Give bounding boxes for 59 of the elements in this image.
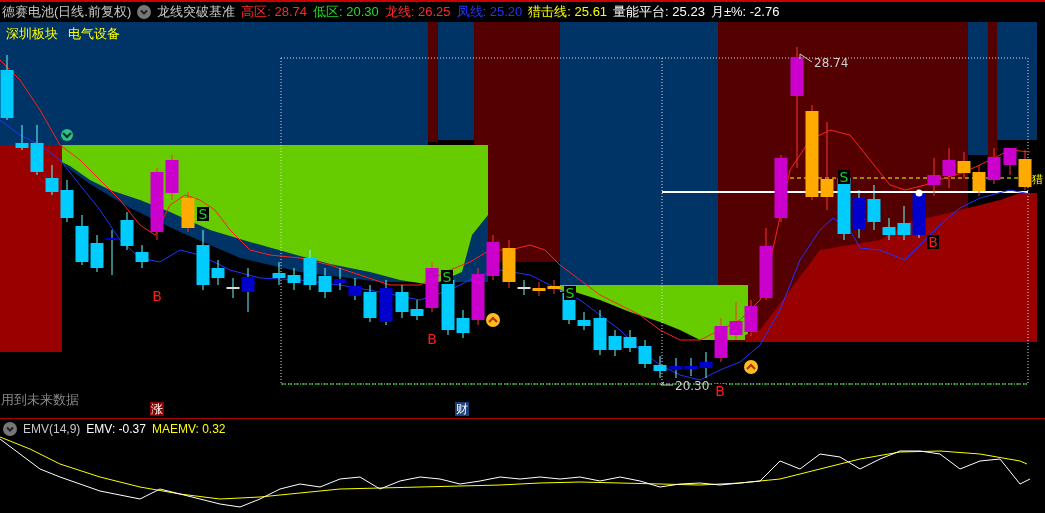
- candlestick: [532, 281, 546, 297]
- indicator-reading: 月±%: -2.76: [710, 3, 780, 22]
- candlestick: [852, 189, 866, 239]
- candlestick: [90, 234, 104, 273]
- sell-signal: S: [441, 269, 453, 285]
- indicator-reading: 猎击线: 25.61: [528, 3, 608, 22]
- line-label: 猎: [1032, 173, 1043, 186]
- indicator-reading: 龙线: 26.25: [384, 3, 451, 22]
- indicator-reading: 凤线: 25.20: [456, 3, 523, 22]
- buy-signal: B: [714, 383, 726, 399]
- indicator-reading: EMV: -0.37: [86, 421, 146, 438]
- candlestick: [333, 267, 347, 291]
- chevron-up-icon: [744, 360, 758, 374]
- indicator-reading: MAEMV: 0.32: [151, 421, 226, 438]
- candlestick: [653, 355, 667, 379]
- candlestick: [669, 357, 683, 379]
- candlestick: [684, 357, 698, 377]
- sell-signal: S: [197, 206, 209, 222]
- chevron-up-icon: [486, 313, 500, 327]
- candlestick: [303, 249, 317, 291]
- candlestick: [987, 147, 1001, 185]
- candlestick: [623, 329, 637, 353]
- dropdown-icon[interactable]: [137, 5, 152, 19]
- candlestick: [0, 54, 14, 121]
- dropdown-icon[interactable]: [3, 422, 17, 436]
- indicator-reading: 高区: 28.74: [241, 3, 308, 22]
- buy-signal: B: [426, 331, 438, 347]
- candlestick: [60, 179, 74, 223]
- candlestick: [105, 229, 119, 276]
- candlestick: [729, 301, 743, 341]
- candlestick: [638, 339, 652, 369]
- event-marker[interactable]: 涨: [150, 402, 164, 416]
- sector-label: 深圳板块: [6, 25, 58, 43]
- indicator-name: EMV(14,9): [23, 421, 81, 438]
- candlestick: [972, 164, 986, 197]
- candlestick: [287, 267, 301, 291]
- candlestick: [272, 261, 286, 286]
- sell-signal: S: [564, 285, 576, 301]
- candlestick: [486, 234, 500, 281]
- sell-signal: S: [838, 169, 850, 185]
- indicator-name: 龙线突破基准: [157, 3, 236, 22]
- leader-line: [660, 381, 674, 386]
- stock-title: 德赛电池(日线.前复权): [2, 3, 132, 22]
- event-marker[interactable]: 财: [455, 402, 469, 416]
- sector-label: 电气设备: [68, 25, 120, 43]
- candlestick: [318, 267, 332, 299]
- high-price-label: 28.74: [814, 56, 849, 70]
- platform-dot: [915, 189, 923, 197]
- candlestick: [927, 157, 941, 197]
- indicator-reading: 低区: 20.30: [313, 3, 379, 22]
- leader-line: [799, 53, 813, 63]
- buy-signal: B: [151, 288, 163, 304]
- candlestick: [379, 279, 393, 326]
- future-data-note: 用到未来数据: [1, 391, 79, 409]
- low-price-label: 20.30: [675, 379, 710, 393]
- chevron-down-icon: [61, 129, 73, 141]
- candlestick: [75, 214, 89, 266]
- indicator-reading: 量能平台: 25.23: [613, 3, 705, 22]
- buy-signal: B: [927, 234, 939, 250]
